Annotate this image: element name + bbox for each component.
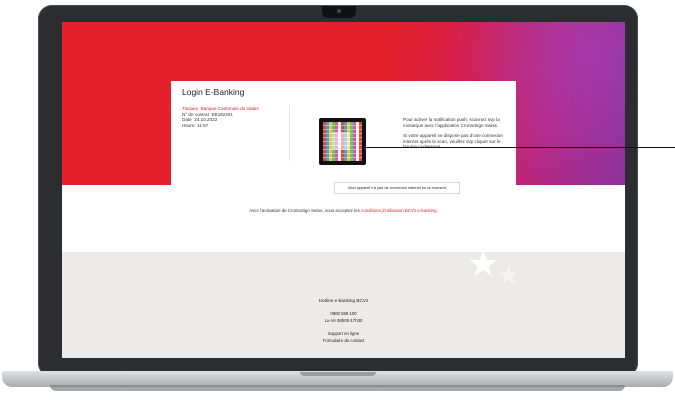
terms-link[interactable]: conditions d'utilisation BCVs e-banking. bbox=[361, 208, 438, 213]
titulaire-label: Titulaire bbox=[182, 106, 199, 111]
mosaic-center bbox=[332, 132, 350, 150]
star-icon: ★ bbox=[467, 243, 500, 284]
terms-notice: Avec l'activation de CrontoSign Swiss, v… bbox=[62, 208, 625, 213]
trackpad-notch bbox=[300, 372, 376, 376]
date-value: 24.10.2022 bbox=[194, 117, 218, 123]
time-value: 11:57 bbox=[197, 123, 209, 129]
account-info: Titulaire Banque Cantonale du Valais N° … bbox=[182, 106, 259, 129]
laptop-base-shadow bbox=[50, 385, 625, 391]
date-label: Date bbox=[182, 117, 192, 123]
hotline-title: Hotline e-banking BCVs bbox=[318, 298, 369, 303]
laptop-screen: Login E-Banking Titulaire Banque Cantona… bbox=[62, 22, 625, 358]
contract-label: N° de contrat bbox=[182, 111, 209, 117]
star-icon: ★ bbox=[498, 262, 520, 289]
titulaire-value: Banque Cantonale du Valais bbox=[200, 106, 259, 111]
time-label: Heure bbox=[182, 123, 195, 129]
support-link[interactable]: Support en ligne bbox=[62, 331, 625, 336]
terms-text: Avec l'activation de CrontoSign Swiss, v… bbox=[249, 208, 362, 213]
contact-link[interactable]: Formulaire de contact bbox=[62, 338, 625, 343]
contract-value: EB182261 bbox=[211, 111, 233, 117]
page-title: Login E-Banking bbox=[182, 87, 245, 97]
hotline-hours: Lu-Ve 08h00-17h30 bbox=[324, 318, 363, 323]
divider bbox=[289, 105, 290, 161]
push-instruction-text: Pour activer la notification push, scann… bbox=[403, 117, 500, 128]
hotline-phone[interactable]: 0800 559 100 bbox=[62, 311, 625, 316]
callout-line bbox=[365, 147, 675, 148]
no-connection-button[interactable]: Mon appareil n'a pas de connexion intern… bbox=[334, 182, 460, 194]
push-instructions: Pour activer la notification push, scann… bbox=[403, 117, 513, 155]
camera-icon bbox=[337, 9, 341, 13]
